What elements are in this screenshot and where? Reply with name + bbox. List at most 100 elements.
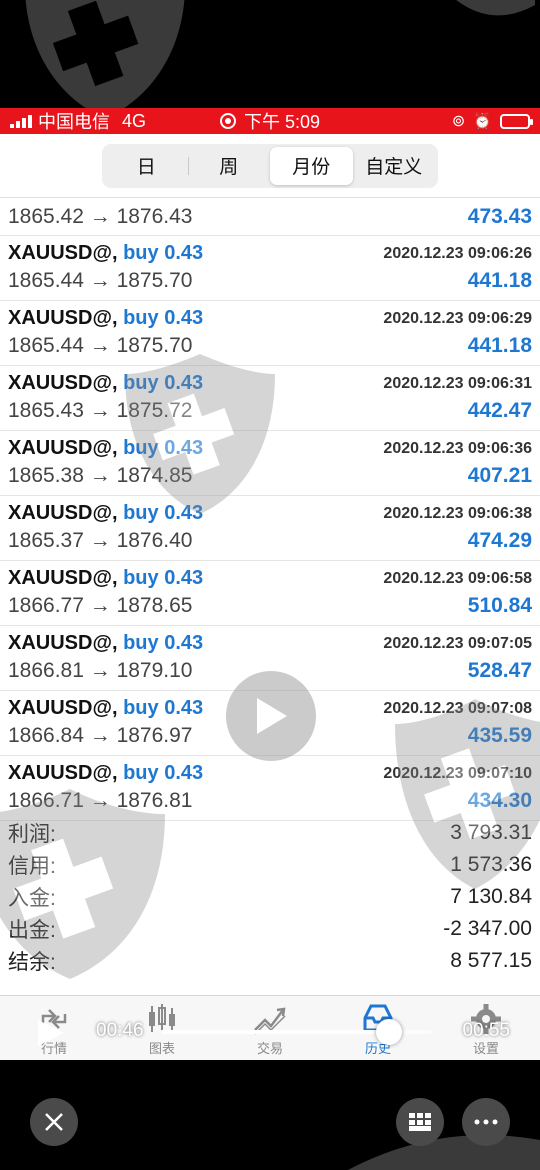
summary-value: 1 573.36: [450, 853, 532, 876]
trade-prices: 1865.38 → 1874.85: [8, 464, 193, 487]
shield-watermark-icon-2: [456, 0, 535, 16]
video-current-time: 00:46: [96, 1020, 144, 1041]
summary-label: 出金:: [8, 919, 56, 942]
trade-symbol-name: XAUUSD@,: [8, 567, 118, 589]
period-segmented-control: 日 周 月份 自定义: [102, 143, 438, 188]
trade-direction: buy 0.43: [123, 567, 204, 589]
trade-prices: 1866.77 → 1878.65: [8, 594, 193, 617]
trade-symbol: XAUUSD@, buy 0.43: [8, 762, 203, 785]
carrier-label: 中国电信: [38, 112, 110, 132]
trade-prices: 1865.43 → 1875.72: [8, 399, 193, 422]
trade-direction: buy 0.43: [123, 762, 204, 784]
trade-symbol: XAUUSD@, buy 0.43: [8, 502, 203, 525]
more-button[interactable]: [462, 1098, 510, 1146]
trade-direction: buy 0.43: [123, 307, 204, 329]
video-letterbox-top: [0, 0, 540, 108]
trade-direction: buy 0.43: [123, 502, 204, 524]
video-letterbox-bottom: [0, 1060, 540, 1170]
period-tab-week[interactable]: 周: [187, 147, 271, 185]
play-icon: [257, 698, 287, 734]
period-tab-custom[interactable]: 自定义: [353, 147, 436, 185]
trade-symbol: XAUUSD@, buy 0.43: [8, 307, 203, 330]
trade-symbol: XAUUSD@, buy 0.43: [8, 632, 203, 655]
trade-row[interactable]: XAUUSD@, buy 0.43 2020.12.23 09:06:26 1865…: [0, 236, 540, 301]
close-button[interactable]: [30, 1098, 78, 1146]
period-tab-month[interactable]: 月份: [270, 146, 353, 185]
trade-prices: 1866.81 → 1879.10: [8, 659, 193, 682]
screen-record-icon: [219, 113, 236, 129]
summary-withdrawal: 出金: -2 347.00: [0, 913, 540, 945]
summary-value: -2 347.00: [443, 917, 532, 940]
summary-profit: 利润: 3 793.31: [0, 817, 540, 849]
trade-profit: 435.59: [467, 724, 532, 747]
trade-profit: 441.18: [467, 334, 532, 357]
summary-value: 8 577.15: [450, 949, 532, 972]
more-icon: [474, 1119, 498, 1125]
summary-value: 3 793.31: [450, 821, 532, 844]
video-progress-fill: [162, 1030, 389, 1034]
rotation-lock-icon: ⊚: [451, 113, 466, 130]
account-summary: 利润: 3 793.31 信用: 1 573.36 入金: 7 130.84 出金: -…: [0, 817, 540, 977]
trade-symbol: XAUUSD@, buy 0.43: [8, 697, 203, 720]
summary-credit: 信用: 1 573.36: [0, 849, 540, 881]
signal-icon: [10, 114, 32, 128]
trade-direction: buy 0.43: [123, 632, 204, 654]
trade-row-partial[interactable]: 1865.42 → 1876.43 473.43: [0, 198, 540, 236]
trade-direction: buy 0.43: [123, 697, 204, 719]
trade-direction: buy 0.43: [123, 437, 204, 459]
trade-time: 2020.12.23 09:07:05: [383, 635, 532, 652]
video-progress-knob[interactable]: [375, 1019, 402, 1045]
video-total-time: 00:55: [462, 1020, 510, 1041]
shield-watermark-icon: [25, 0, 185, 108]
summary-label: 结余:: [8, 951, 56, 974]
trade-row[interactable]: XAUUSD@, buy 0.43 2020.12.23 09:06:38 1865…: [0, 496, 540, 561]
trade-row[interactable]: XAUUSD@, buy 0.43 2020.12.23 09:06:29 1865…: [0, 301, 540, 366]
trade-row[interactable]: XAUUSD@, buy 0.43 2020.12.23 09:07:10 1866…: [0, 756, 540, 821]
summary-label: 利润:: [8, 823, 56, 846]
trade-profit: 441.18: [467, 269, 532, 292]
trade-prices: 1865.42 → 1876.43: [8, 205, 193, 228]
trade-profit: 510.84: [467, 594, 532, 617]
trade-direction: buy 0.43: [123, 242, 204, 264]
trade-symbol-name: XAUUSD@,: [8, 242, 118, 264]
trade-prices: 1866.71 → 1876.81: [8, 789, 193, 812]
period-tab-day[interactable]: 日: [105, 147, 188, 185]
alarm-icon: ⏰: [473, 113, 492, 130]
trade-row[interactable]: XAUUSD@, buy 0.43 2020.12.23 09:06:31 1865…: [0, 366, 540, 431]
trade-symbol-name: XAUUSD@,: [8, 372, 118, 394]
video-play-overlay-button[interactable]: [226, 671, 316, 761]
trade-symbol-name: XAUUSD@,: [8, 437, 118, 459]
trade-prices: 1865.44 → 1875.70: [8, 269, 193, 292]
trade-symbol: XAUUSD@, buy 0.43: [8, 437, 203, 460]
trade-prices: 1865.44 → 1875.70: [8, 334, 193, 357]
trade-time: 2020.12.23 09:06:26: [383, 245, 532, 262]
trade-prices: 1865.37 → 1876.40: [8, 529, 193, 552]
trade-time: 2020.12.23 09:06:38: [383, 505, 532, 522]
trade-symbol: XAUUSD@, buy 0.43: [8, 242, 203, 265]
bottom-tab-bar: 行情 图表 交易 历史 设置: [0, 995, 540, 1060]
clock: 下午 5:09: [243, 112, 321, 132]
summary-value: 7 130.84: [450, 885, 532, 908]
trade-time: 2020.12.23 09:06:36: [383, 440, 532, 457]
trade-symbol: XAUUSD@, buy 0.43: [8, 372, 203, 395]
video-progress-bar[interactable]: [162, 1019, 432, 1045]
trade-profit: 528.47: [467, 659, 532, 682]
summary-label: 入金:: [8, 887, 56, 910]
trade-row[interactable]: XAUUSD@, buy 0.43 2020.12.23 09:06:36 1865…: [0, 431, 540, 496]
trade-profit: 474.29: [467, 529, 532, 552]
grid-button[interactable]: [396, 1098, 444, 1146]
trade-profit: 407.21: [467, 464, 532, 487]
network-label: 4G: [122, 110, 147, 131]
trade-profit: 442.47: [467, 399, 532, 422]
trade-time: 2020.12.23 09:06:29: [383, 310, 532, 327]
video-play-pause-icon[interactable]: [34, 1018, 68, 1048]
tab-trade[interactable]: 交易: [216, 996, 324, 1060]
trade-time: 2020.12.23 09:06:31: [383, 375, 532, 392]
summary-label: 信用:: [8, 855, 56, 878]
trade-profit: 434.30: [467, 789, 532, 812]
trade-row[interactable]: XAUUSD@, buy 0.43 2020.12.23 09:06:58 1866…: [0, 561, 540, 626]
trade-symbol-name: XAUUSD@,: [8, 502, 118, 524]
grid-icon: [409, 1113, 431, 1131]
trade-prices: 1866.84 → 1876.97: [8, 724, 193, 747]
trade-symbol-name: XAUUSD@,: [8, 632, 118, 654]
